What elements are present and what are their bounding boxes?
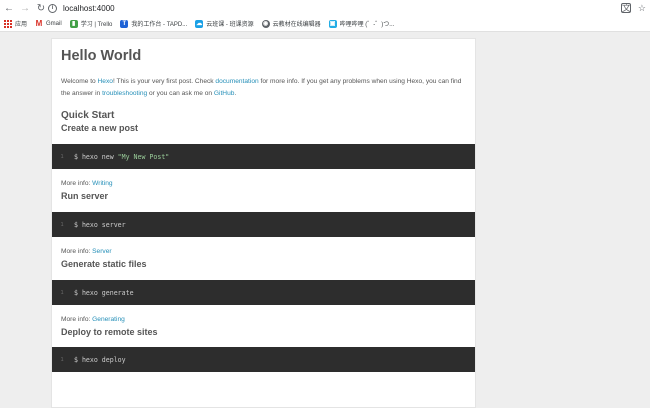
code-line[interactable]: $ hexo new "My New Post": [74, 153, 169, 161]
quick-start-heading: Quick Start: [61, 110, 115, 121]
globe-icon: ◉: [261, 19, 270, 28]
line-number: 1: [60, 356, 64, 363]
bookmark-label: 学习 | Trello: [80, 22, 113, 28]
forward-arrow-icon[interactable]: →: [18, 1, 32, 15]
gmail-icon: M: [35, 18, 43, 28]
code-block-new-post[interactable]: 1 $ hexo new "My New Post": [52, 144, 475, 169]
bookmark-apps[interactable]: 应用: [4, 19, 27, 28]
browser-chrome: ← → ↻ i localhost:4000 文 ☆ 应用 M Gmail ▮ …: [0, 0, 650, 32]
bookmark-label: 云教材在线编辑器: [272, 22, 321, 28]
code-line[interactable]: $ hexo deploy: [74, 356, 126, 364]
intro-text: .: [234, 90, 237, 97]
code-block-deploy[interactable]: 1 $ hexo deploy: [52, 347, 475, 372]
bookmark-label: 云班课 - 班课资源: [206, 22, 254, 28]
trello-icon: ▮: [69, 19, 78, 28]
code-line[interactable]: $ hexo server: [74, 221, 126, 229]
bookmark-mosoteach[interactable]: ☁ 云班课 - 班课资源: [195, 19, 254, 28]
bookmark-gmail[interactable]: M Gmail: [35, 18, 62, 28]
intro-text: or you can ask me on: [147, 90, 214, 97]
intro-text: ! This is your very first post. Check: [112, 78, 216, 85]
bookmark-label: 哔哩哔哩 (゜-゜)つ...: [339, 22, 395, 28]
more-info-label: More info:: [61, 248, 93, 255]
translate-icon[interactable]: 文: [620, 3, 631, 13]
code-string: "My New Post": [117, 152, 170, 161]
bookmark-trello[interactable]: ▮ 学习 | Trello: [69, 19, 113, 28]
more-info-label: More info:: [61, 180, 93, 187]
info-icon[interactable]: i: [48, 3, 57, 13]
tapd-icon: T: [120, 19, 129, 28]
server-link[interactable]: Server: [92, 248, 111, 255]
bookmark-label: 应用: [15, 22, 28, 28]
writing-link[interactable]: Writing: [92, 180, 112, 187]
documentation-link[interactable]: documentation: [215, 78, 258, 85]
code-line[interactable]: $ hexo generate: [74, 289, 134, 297]
section-title-generate: Generate static files: [61, 259, 147, 269]
line-number: 1: [60, 221, 64, 228]
troubleshooting-link[interactable]: troubleshooting: [102, 90, 147, 97]
generating-link[interactable]: Generating: [92, 316, 125, 323]
post-intro: Welcome to Hexo! This is your very first…: [61, 76, 466, 100]
bilibili-icon: ▣: [328, 19, 337, 28]
more-info-writing: More info: Writing: [61, 178, 466, 190]
post-page: Hello World Welcome to Hexo! This is you…: [51, 38, 476, 408]
intro-text: Welcome to: [61, 78, 98, 85]
section-title-deploy: Deploy to remote sites: [61, 327, 158, 337]
more-info-server: More info: Server: [61, 246, 466, 258]
post-content: Hello World Welcome to Hexo! This is you…: [52, 39, 475, 372]
bookmark-label: 我的工作台 - TAPD...: [131, 22, 188, 28]
address-bar[interactable]: i localhost:4000: [48, 1, 610, 15]
github-link[interactable]: GitHub: [214, 90, 235, 97]
apps-grid-icon: [4, 19, 12, 28]
more-info-generating: More info: Generating: [61, 314, 466, 326]
code-text: $ hexo new: [74, 152, 118, 161]
bookmark-tapd[interactable]: T 我的工作台 - TAPD...: [120, 19, 187, 28]
address-url[interactable]: localhost:4000: [63, 4, 115, 13]
back-arrow-icon[interactable]: ←: [2, 1, 16, 15]
more-info-label: More info:: [61, 316, 93, 323]
browser-toolbar: ← → ↻ i localhost:4000 文 ☆: [0, 0, 650, 16]
section-title-new-post: Create a new post: [61, 123, 139, 133]
reload-icon[interactable]: ↻: [34, 1, 48, 15]
bookmark-bilibili[interactable]: ▣ 哔哩哔哩 (゜-゜)つ...: [328, 19, 395, 28]
bookmarks-bar: 应用 M Gmail ▮ 学习 | Trello T 我的工作台 - TAPD.…: [0, 16, 650, 32]
post-title[interactable]: Hello World: [61, 47, 466, 65]
code-block-run-server[interactable]: 1 $ hexo server: [52, 212, 475, 237]
mosoteach-icon: ☁: [195, 19, 204, 28]
bookmark-editor[interactable]: ◉ 云教材在线编辑器: [261, 19, 321, 28]
line-number: 1: [60, 153, 64, 160]
code-block-generate[interactable]: 1 $ hexo generate: [52, 280, 475, 305]
bookmark-label: Gmail: [46, 20, 62, 27]
section-title-run-server: Run server: [61, 191, 109, 201]
line-number: 1: [60, 289, 64, 296]
hexo-link[interactable]: Hexo: [98, 78, 113, 85]
bookmark-star-icon[interactable]: ☆: [638, 3, 646, 14]
